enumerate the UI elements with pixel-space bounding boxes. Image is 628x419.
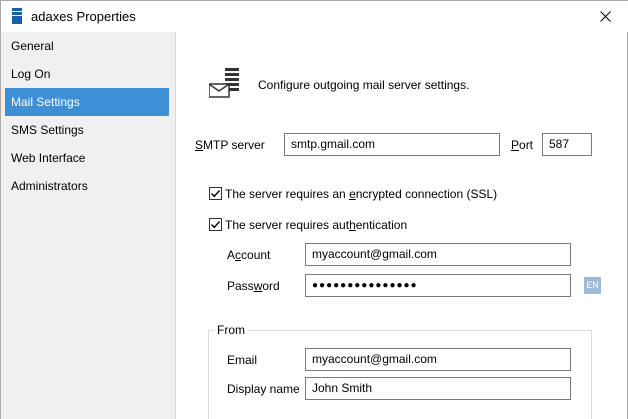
title-bar: adaxes Properties bbox=[1, 1, 628, 32]
auth-checkbox-label: The server requires authentication bbox=[225, 218, 408, 232]
email-label: Email bbox=[227, 353, 258, 367]
sidebar-item-label: Web Interface bbox=[11, 151, 86, 165]
app-icon bbox=[12, 8, 22, 24]
sidebar-item-administrators[interactable]: Administrators bbox=[5, 172, 169, 200]
sidebar-item-web-interface[interactable]: Web Interface bbox=[5, 144, 169, 172]
sidebar-item-log-on[interactable]: Log On bbox=[5, 60, 169, 88]
password-label: Password bbox=[227, 279, 280, 293]
ssl-checkbox-label: The server requires an encrypted connect… bbox=[225, 187, 498, 201]
header-description: Configure outgoing mail server settings. bbox=[258, 78, 470, 92]
sidebar-item-label: Administrators bbox=[11, 179, 88, 193]
account-input[interactable]: myaccount@gmail.com bbox=[305, 243, 571, 266]
properties-window: adaxes Properties General Log On Mail Se… bbox=[0, 0, 628, 419]
mail-settings-panel: Configure outgoing mail server settings.… bbox=[177, 32, 627, 419]
sidebar-item-mail-settings[interactable]: Mail Settings bbox=[5, 88, 169, 116]
auth-checkbox[interactable] bbox=[209, 218, 222, 231]
ssl-checkbox[interactable] bbox=[209, 187, 222, 200]
sidebar-item-label: Mail Settings bbox=[11, 95, 80, 109]
account-label: Account bbox=[227, 248, 271, 262]
from-group-caption: From bbox=[214, 323, 248, 337]
port-input[interactable]: 587 bbox=[542, 133, 592, 156]
sidebar: General Log On Mail Settings SMS Setting… bbox=[1, 32, 176, 419]
smtp-server-input[interactable]: smtp.gmail.com bbox=[284, 133, 500, 156]
from-groupbox bbox=[208, 330, 592, 419]
port-label: Port bbox=[511, 138, 534, 152]
smtp-server-label: SMTP server bbox=[195, 138, 265, 152]
checkmark-icon bbox=[211, 221, 221, 229]
password-input[interactable]: ●●●●●●●●●●●●●●● bbox=[305, 274, 571, 297]
email-input[interactable]: myaccount@gmail.com bbox=[305, 348, 571, 371]
sidebar-item-label: SMS Settings bbox=[11, 123, 84, 137]
sidebar-item-sms-settings[interactable]: SMS Settings bbox=[5, 116, 169, 144]
display-name-label: Display name bbox=[227, 382, 300, 396]
close-button[interactable] bbox=[582, 1, 628, 32]
mail-server-icon bbox=[208, 68, 241, 103]
sidebar-item-general[interactable]: General bbox=[5, 32, 169, 60]
display-name-input[interactable]: John Smith bbox=[305, 377, 571, 400]
close-icon bbox=[599, 11, 611, 22]
sidebar-item-label: General bbox=[11, 39, 54, 53]
input-language-badge: EN bbox=[584, 277, 601, 294]
window-title: adaxes Properties bbox=[31, 9, 136, 24]
sidebar-item-label: Log On bbox=[11, 67, 51, 81]
checkmark-icon bbox=[211, 190, 221, 198]
